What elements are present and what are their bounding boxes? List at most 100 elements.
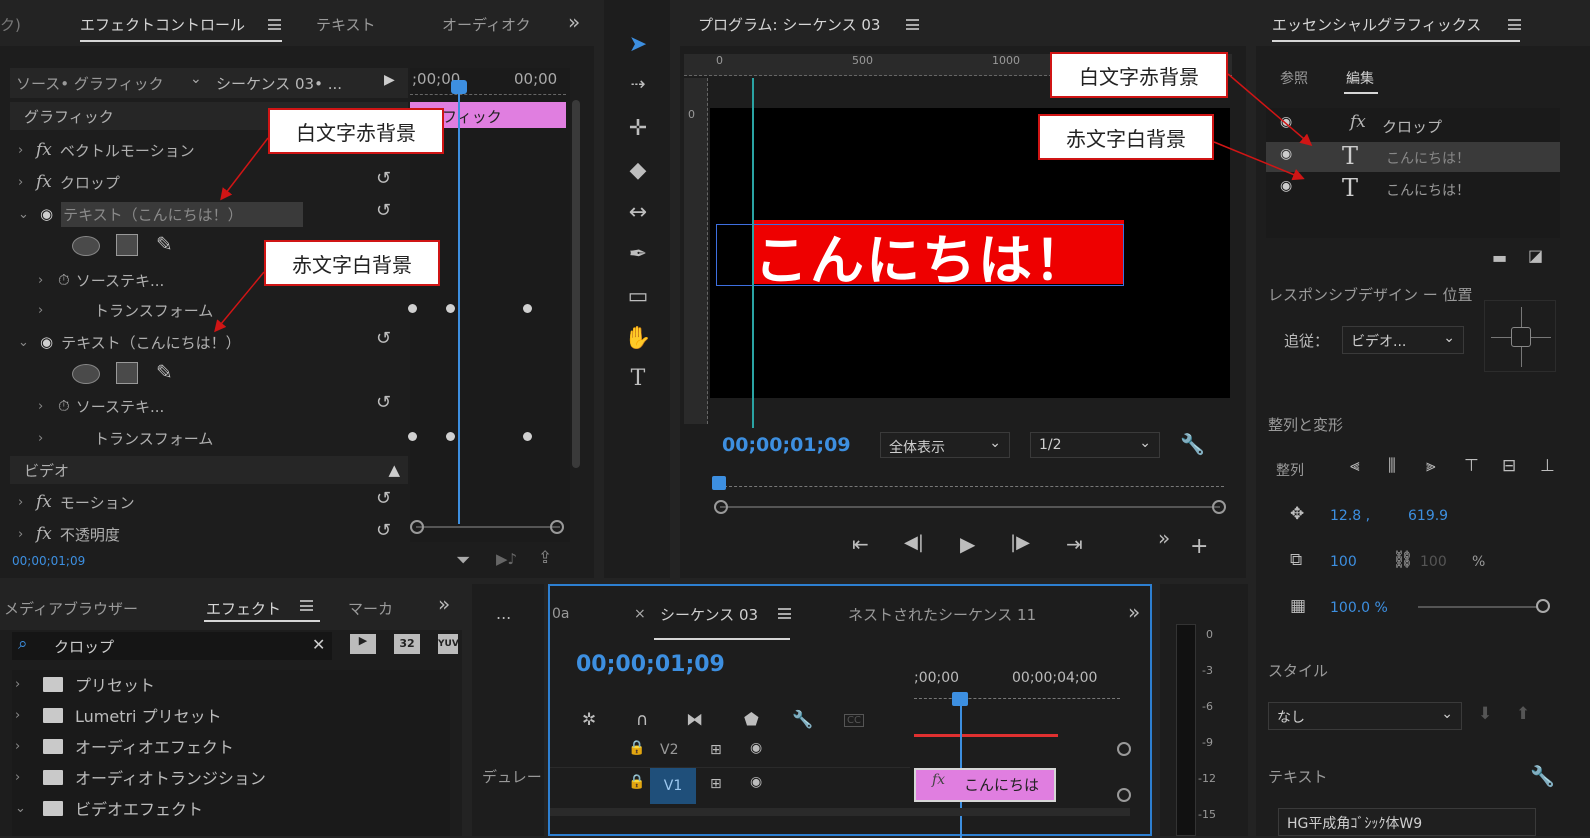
ripple-edit-icon[interactable]: ✛: [621, 116, 655, 146]
row-source-text-2[interactable]: › ⏱ ソーステキ...: [38, 392, 164, 420]
rectangle-tool-icon[interactable]: ▭: [621, 284, 655, 314]
effects-item-audio-effects[interactable]: › オーディオエフェクト: [15, 732, 234, 760]
link-icon[interactable]: ⛓: [1392, 550, 1414, 570]
program-playhead[interactable]: [712, 476, 726, 490]
keyframe[interactable]: [523, 432, 532, 441]
ellipse-mask-icon[interactable]: [72, 364, 100, 384]
font-select[interactable]: HG平成角ｺﾞｼｯｸ体W9: [1278, 808, 1536, 836]
panel-menu-icon[interactable]: [1508, 19, 1521, 30]
play-icon[interactable]: ▶: [960, 532, 975, 556]
wrench-icon[interactable]: 🔧: [1180, 432, 1205, 456]
timeline-playhead-handle[interactable]: [952, 692, 968, 706]
new-layer-icon[interactable]: ◪: [1528, 246, 1543, 265]
timeline-timecode[interactable]: 00;00;01;09: [576, 652, 725, 677]
wrench-icon[interactable]: 🔧: [792, 710, 813, 730]
more-tabs-icon[interactable]: »: [1128, 600, 1140, 624]
more-tabs-icon[interactable]: »: [438, 592, 450, 616]
row-opacity[interactable]: › fx 不透明度: [18, 520, 120, 548]
tab-effect-controls[interactable]: エフェクトコントロール: [80, 14, 245, 35]
captions-icon[interactable]: CC: [844, 714, 864, 727]
caption-bbox[interactable]: [716, 224, 1124, 286]
ec-zoom-bar[interactable]: [416, 526, 560, 528]
ec-playhead[interactable]: [458, 82, 460, 524]
resolution-select[interactable]: 1/2 ⌄: [1030, 432, 1160, 458]
new-folder-icon[interactable]: ▬: [1492, 248, 1507, 267]
toggle-sync-icon[interactable]: ⊞: [710, 776, 722, 792]
timeline-playhead[interactable]: [960, 694, 962, 838]
rect-mask-icon[interactable]: [116, 234, 138, 256]
zoom-handle-right[interactable]: [1212, 500, 1226, 514]
panel-menu-icon[interactable]: [268, 19, 281, 30]
effects-item-presets[interactable]: › プリセット: [15, 670, 155, 698]
scale-value-2[interactable]: 100: [1420, 554, 1447, 570]
toggle-sync-icon[interactable]: ⊞: [710, 742, 722, 758]
reset-icon[interactable]: ↺: [376, 392, 391, 413]
step-back-icon[interactable]: ◀|: [904, 532, 924, 553]
go-to-out-icon[interactable]: ⇥: [1066, 532, 1083, 556]
align-left-icon[interactable]: ⫷: [1350, 456, 1360, 476]
effects-item-lumetri[interactable]: › Lumetri プリセット: [15, 701, 222, 729]
eye-icon[interactable]: ◉: [750, 740, 762, 756]
align-center-icon[interactable]: ⫼: [1388, 456, 1396, 476]
opacity-value[interactable]: 100.0 %: [1330, 600, 1388, 616]
linked-selection-icon[interactable]: ⧓: [686, 710, 703, 730]
play-arrow-icon[interactable]: ▶: [384, 72, 395, 88]
more-tabs-icon[interactable]: »: [568, 10, 580, 34]
keyframe[interactable]: [446, 304, 455, 313]
keyframe[interactable]: [408, 304, 417, 313]
row-motion[interactable]: › fx モーション: [18, 488, 135, 516]
eye-icon[interactable]: ◉: [750, 774, 762, 790]
more-icon[interactable]: ...: [496, 604, 511, 623]
zoom-handle-right[interactable]: [550, 520, 564, 534]
chevron-down-icon[interactable]: ⌄: [190, 71, 202, 87]
reset-icon[interactable]: ↺: [376, 328, 391, 349]
ec-bottom-timecode[interactable]: 00;00;01;09: [12, 554, 85, 568]
type-tool-icon[interactable]: T: [621, 366, 655, 396]
keyframe[interactable]: [408, 432, 417, 441]
32bit-icon[interactable]: 32: [394, 634, 420, 654]
tab-sequence-03[interactable]: シーケンス 03: [660, 604, 758, 625]
tab-text[interactable]: テキスト: [316, 14, 376, 35]
follow-select[interactable]: ビデオ... ⌄: [1342, 326, 1464, 354]
pen-mask-icon[interactable]: ✎: [156, 360, 173, 384]
reset-icon[interactable]: ↺: [376, 168, 391, 189]
v-scroll-handle[interactable]: [1117, 788, 1131, 802]
program-title[interactable]: プログラム: シーケンス 03: [698, 14, 880, 35]
tab-browse[interactable]: 参照: [1280, 68, 1308, 88]
go-to-in-icon[interactable]: ⇤: [852, 532, 869, 556]
reset-icon[interactable]: ↺: [376, 200, 391, 221]
align-top-icon[interactable]: ⊤: [1464, 456, 1479, 476]
pos-y[interactable]: 619.9: [1408, 508, 1448, 524]
reset-icon[interactable]: ↺: [376, 488, 391, 509]
scale-value[interactable]: 100: [1330, 554, 1357, 570]
close-icon[interactable]: ×: [634, 606, 646, 622]
tab-media-browser[interactable]: メディアブラウザー: [4, 598, 138, 619]
row-text-1[interactable]: ⌄ ◉ テキスト（こんにちは！）: [18, 200, 303, 228]
search-input[interactable]: クロップ: [54, 636, 114, 657]
sequence-label[interactable]: シーケンス 03• ...: [216, 73, 342, 94]
opacity-slider[interactable]: [1418, 606, 1538, 608]
panel-menu-icon[interactable]: [906, 19, 919, 30]
snap-icon[interactable]: ✲: [582, 710, 596, 730]
marker-icon[interactable]: ⬟: [744, 710, 759, 730]
tab-edit[interactable]: 編集: [1346, 68, 1374, 88]
export-icon[interactable]: ⇪: [538, 548, 552, 568]
ec-scrollbar[interactable]: [572, 100, 580, 468]
align-bottom-icon[interactable]: ⊥: [1540, 456, 1555, 476]
effects-search[interactable]: ⌕ クロップ ✕: [12, 632, 332, 660]
selection-tool-icon[interactable]: ➤: [621, 32, 655, 62]
push-style-up-icon[interactable]: ⬆: [1516, 704, 1530, 724]
push-style-down-icon[interactable]: ⬇: [1478, 704, 1492, 724]
tab-partial[interactable]: 0a: [552, 606, 570, 622]
slip-icon[interactable]: ↔: [621, 200, 655, 230]
program-zoom-bar[interactable]: [720, 506, 1220, 508]
row-transform-1[interactable]: › トランスフォーム: [38, 296, 213, 324]
razor-icon[interactable]: ◆: [621, 158, 655, 188]
rect-mask-icon[interactable]: [116, 362, 138, 384]
magnet-icon[interactable]: ∩: [636, 710, 648, 730]
hand-tool-icon[interactable]: ✋: [621, 326, 655, 356]
layer-crop[interactable]: ◉ fx クロップ: [1266, 110, 1560, 140]
panel-menu-icon[interactable]: [778, 608, 791, 619]
lock-icon[interactable]: 🔒: [628, 774, 645, 790]
layer-text-1[interactable]: ◉ T こんにちは！: [1266, 142, 1560, 172]
